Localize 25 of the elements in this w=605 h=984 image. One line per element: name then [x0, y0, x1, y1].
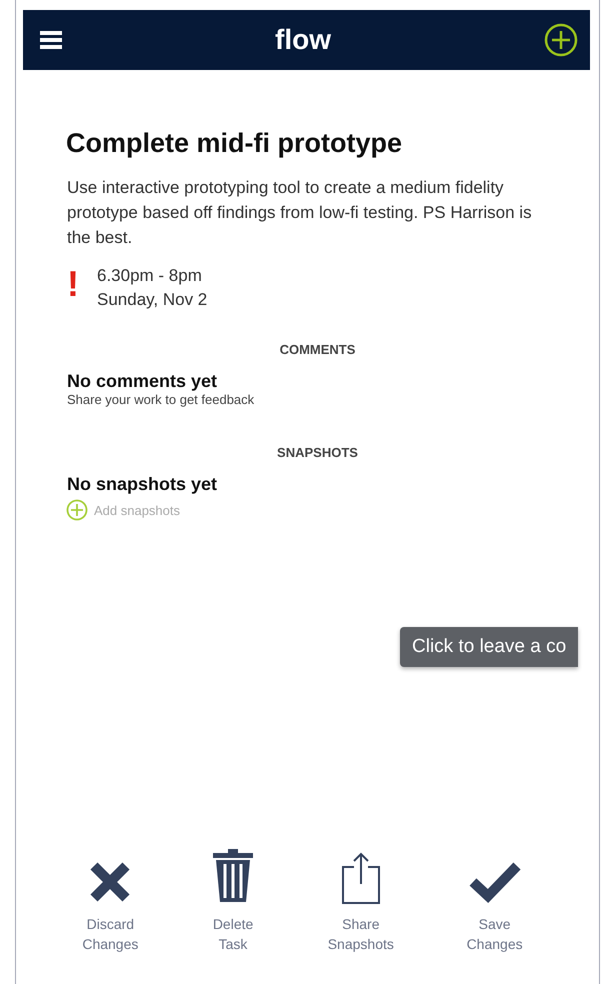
section-heading: SNAPSHOTS [276, 445, 359, 460]
empty-title: No snapshots yet [67, 474, 218, 495]
plus-circle-icon [544, 23, 578, 57]
empty-hint: Share your work to get feedback [67, 392, 256, 407]
trash-icon [211, 848, 256, 904]
section-heading: COMMENTS [278, 342, 356, 357]
empty-title: No comments yet [67, 371, 218, 392]
tooltip: Click to leave a co [400, 627, 578, 667]
app-title: flow [275, 24, 331, 56]
menu-icon [40, 30, 62, 50]
action-button[interactable]: Share Snapshots [328, 852, 394, 954]
checkmark-icon [468, 860, 521, 904]
action-button[interactable]: Save Changes [466, 860, 523, 954]
share-icon [340, 852, 381, 904]
add-button[interactable] [544, 23, 578, 57]
task-description: Use interactive prototyping tool to create a medium fidelity prototype based off findings from low-fi testing. PS Harrison is the best. [67, 177, 533, 249]
action-button[interactable]: Discard Changes [82, 860, 138, 954]
cross-icon [88, 860, 132, 904]
priority-mark: ! [67, 264, 79, 304]
action-button[interactable]: Delete Task [211, 848, 256, 954]
plus-circle-icon [66, 499, 88, 521]
task-title: Complete mid-fi prototype [66, 128, 403, 159]
task-date: Sunday, Nov 2 [97, 289, 208, 311]
menu-button[interactable] [40, 30, 62, 50]
task-time: 6.30pm - 8pm [97, 265, 203, 287]
